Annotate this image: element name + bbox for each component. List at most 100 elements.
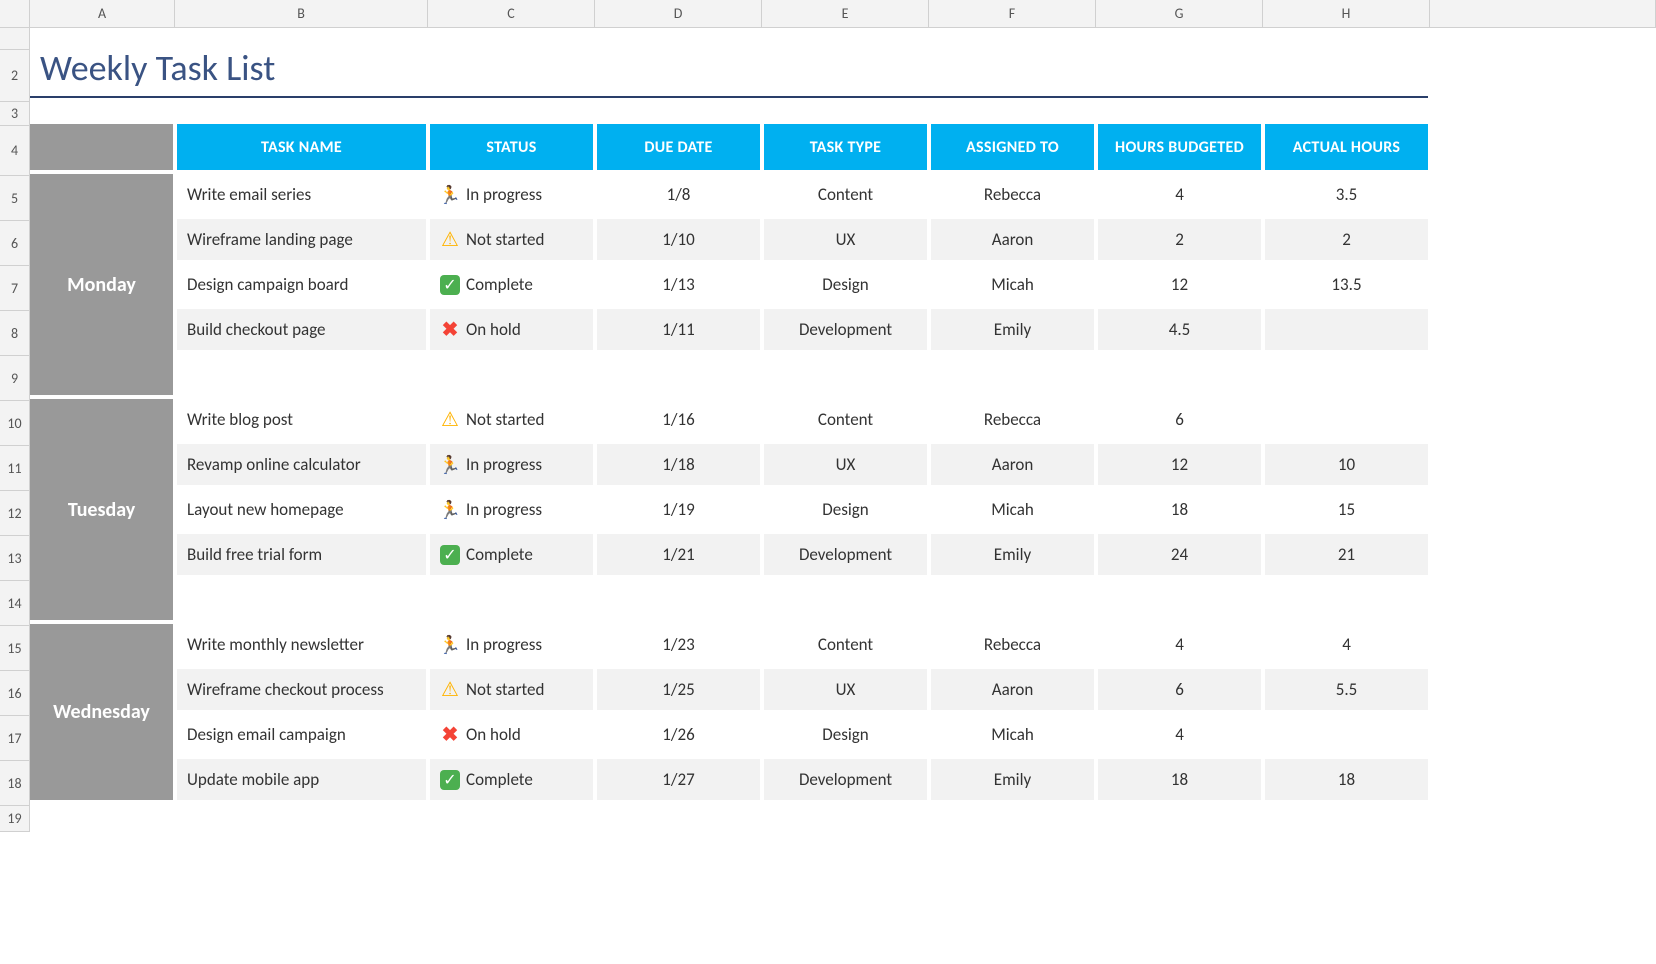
cell-assigned-to[interactable]: Rebecca	[929, 172, 1096, 217]
cell-hours-budgeted[interactable]: 2	[1096, 217, 1263, 262]
row-header-14[interactable]: 14	[0, 581, 30, 626]
cell-due-date[interactable]: 1/8	[595, 172, 762, 217]
day-label[interactable]: Tuesday	[30, 397, 175, 622]
cell-task-name[interactable]	[175, 352, 428, 397]
cell-task-type[interactable]: Content	[762, 622, 929, 667]
cell-due-date[interactable]	[595, 577, 762, 622]
cell-hours-budgeted[interactable]: 24	[1096, 532, 1263, 577]
cell-task-name[interactable]: Design campaign board	[175, 262, 428, 307]
row-header-9[interactable]: 9	[0, 356, 30, 401]
column-header-G[interactable]: G	[1096, 0, 1263, 27]
cell-assigned-to[interactable]: Aaron	[929, 217, 1096, 262]
header-task-name[interactable]: TASK NAME	[175, 122, 428, 172]
row-header-10[interactable]: 10	[0, 401, 30, 446]
cell-due-date[interactable]	[595, 352, 762, 397]
cell-task-type[interactable]: UX	[762, 442, 929, 487]
cell-actual-hours[interactable]: 2	[1263, 217, 1430, 262]
header-task-type[interactable]: TASK TYPE	[762, 122, 929, 172]
cell-due-date[interactable]: 1/11	[595, 307, 762, 352]
cell-due-date[interactable]: 1/26	[595, 712, 762, 757]
cell-assigned-to[interactable]: Aaron	[929, 667, 1096, 712]
cell-assigned-to[interactable]: Emily	[929, 757, 1096, 802]
cell-hours-budgeted[interactable]: 6	[1096, 667, 1263, 712]
cell-hours-budgeted[interactable]: 6	[1096, 397, 1263, 442]
cell-status[interactable]: ⚠Not started	[428, 217, 595, 262]
cell-actual-hours[interactable]	[1263, 397, 1430, 442]
cell-hours-budgeted[interactable]: 12	[1096, 442, 1263, 487]
cell-due-date[interactable]: 1/18	[595, 442, 762, 487]
cell-status[interactable]: ⚠Not started	[428, 667, 595, 712]
cell-actual-hours[interactable]: 15	[1263, 487, 1430, 532]
cell-task-type[interactable]: Development	[762, 307, 929, 352]
header-status[interactable]: STATUS	[428, 122, 595, 172]
cell-actual-hours[interactable]: 10	[1263, 442, 1430, 487]
row-header-16[interactable]: 16	[0, 671, 30, 716]
cell-status[interactable]: 🏃In progress	[428, 442, 595, 487]
cell-hours-budgeted[interactable]: 4.5	[1096, 307, 1263, 352]
cell-actual-hours[interactable]: 4	[1263, 622, 1430, 667]
day-label[interactable]: Wednesday	[30, 622, 175, 802]
cell-status[interactable]	[428, 352, 595, 397]
cell-hours-budgeted[interactable]	[1096, 352, 1263, 397]
row-header-19[interactable]: 19	[0, 806, 30, 832]
cell-task-type[interactable]: Design	[762, 712, 929, 757]
cell-due-date[interactable]: 1/19	[595, 487, 762, 532]
cell-due-date[interactable]: 1/21	[595, 532, 762, 577]
cell-assigned-to[interactable]	[929, 577, 1096, 622]
select-all-corner[interactable]	[0, 0, 30, 27]
row-header-7[interactable]: 7	[0, 266, 30, 311]
row-header-4[interactable]: 4	[0, 126, 30, 176]
row-header-6[interactable]: 6	[0, 221, 30, 266]
cell-actual-hours[interactable]	[1263, 307, 1430, 352]
cell-task-name[interactable]: Layout new homepage	[175, 487, 428, 532]
cell-actual-hours[interactable]: 5.5	[1263, 667, 1430, 712]
cell-hours-budgeted[interactable]: 4	[1096, 172, 1263, 217]
cell-task-type[interactable]	[762, 352, 929, 397]
column-header-C[interactable]: C	[428, 0, 595, 27]
cell-assigned-to[interactable]: Emily	[929, 532, 1096, 577]
header-day-spacer[interactable]	[30, 122, 175, 172]
cell-status[interactable]: ✖On hold	[428, 712, 595, 757]
cell-task-name[interactable]: Build free trial form	[175, 532, 428, 577]
cell-assigned-to[interactable]: Micah	[929, 487, 1096, 532]
cell-task-type[interactable]	[762, 577, 929, 622]
header-actual-hours[interactable]: ACTUAL HOURS	[1263, 122, 1430, 172]
cell-hours-budgeted[interactable]: 12	[1096, 262, 1263, 307]
cell-due-date[interactable]: 1/10	[595, 217, 762, 262]
cell-status[interactable]: 🏃In progress	[428, 172, 595, 217]
cell-status[interactable]: ✓Complete	[428, 757, 595, 802]
cell-status[interactable]: 🏃In progress	[428, 487, 595, 532]
cell-due-date[interactable]: 1/25	[595, 667, 762, 712]
cell-due-date[interactable]: 1/23	[595, 622, 762, 667]
cell-task-name[interactable]: Design email campaign	[175, 712, 428, 757]
header-assigned-to[interactable]: ASSIGNED TO	[929, 122, 1096, 172]
cell-task-name[interactable]: Wireframe landing page	[175, 217, 428, 262]
cell-assigned-to[interactable]: Micah	[929, 262, 1096, 307]
cell-status[interactable]: ✓Complete	[428, 262, 595, 307]
column-header-B[interactable]: B	[175, 0, 428, 27]
row-header-8[interactable]: 8	[0, 311, 30, 356]
cell-task-name[interactable]: Revamp online calculator	[175, 442, 428, 487]
cell-assigned-to[interactable]	[929, 352, 1096, 397]
day-label[interactable]: Monday	[30, 172, 175, 397]
column-header-F[interactable]: F	[929, 0, 1096, 27]
cell-status[interactable]: ✖On hold	[428, 307, 595, 352]
column-header-D[interactable]: D	[595, 0, 762, 27]
cell-status[interactable]: 🏃In progress	[428, 622, 595, 667]
cell-task-type[interactable]: Development	[762, 757, 929, 802]
cell-task-type[interactable]: Development	[762, 532, 929, 577]
cell-hours-budgeted[interactable]: 4	[1096, 622, 1263, 667]
row-header-3[interactable]: 3	[0, 102, 30, 126]
column-header-A[interactable]: A	[30, 0, 175, 27]
column-header-E[interactable]: E	[762, 0, 929, 27]
cell-task-name[interactable]: Update mobile app	[175, 757, 428, 802]
cell-due-date[interactable]: 1/13	[595, 262, 762, 307]
row-header-17[interactable]: 17	[0, 716, 30, 761]
cell-actual-hours[interactable]: 18	[1263, 757, 1430, 802]
header-hours-budgeted[interactable]: HOURS BUDGETED	[1096, 122, 1263, 172]
cell-task-type[interactable]: UX	[762, 667, 929, 712]
cell-actual-hours[interactable]	[1263, 577, 1430, 622]
cell-task-name[interactable]: Wireframe checkout process	[175, 667, 428, 712]
cell-assigned-to[interactable]: Micah	[929, 712, 1096, 757]
cell-actual-hours[interactable]	[1263, 712, 1430, 757]
